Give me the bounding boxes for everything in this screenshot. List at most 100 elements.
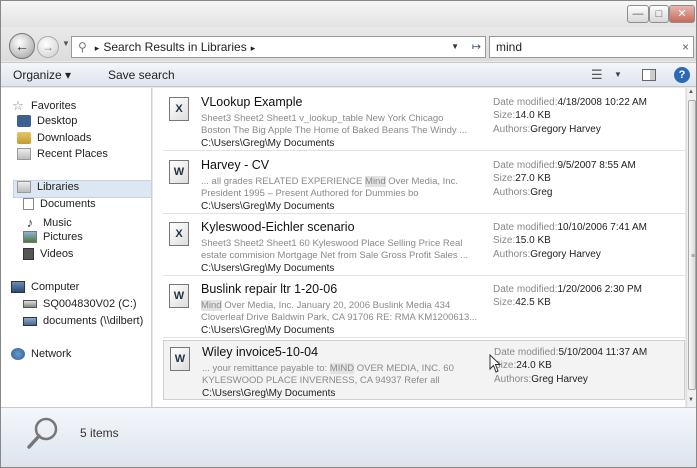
snippet-line-2: KYLESWOOD PLACE INVERNESS, CA 94937 Refe… (202, 375, 440, 386)
result-item[interactable]: X Kyleswood-Eichler scenario Sheet3 Sheet2… (163, 216, 685, 276)
result-item[interactable]: W Wiley invoice5-10-04 ... your remittance… (163, 340, 685, 400)
forward-button[interactable]: → (37, 36, 59, 58)
recent-places-icon (17, 148, 31, 160)
search-query-text: mind (496, 40, 523, 54)
result-item[interactable]: X VLookup Example Sheet3 Sheet2 Sheet1 v_l… (163, 91, 685, 151)
view-dropdown-icon[interactable]: ▼ (614, 70, 622, 79)
result-snippet: Sheet3 Sheet2 Sheet1 v_lookup_table New … (201, 113, 481, 137)
pictures-icon (23, 231, 37, 243)
result-name[interactable]: Buslink repair ltr 1-20-06 (201, 282, 337, 296)
search-input[interactable]: mind × (489, 36, 694, 58)
change-view-icon[interactable]: ☰ (591, 67, 603, 83)
command-bar: Organize ▾ Save search ☰ ▼ ? (1, 62, 696, 87)
snippet-line-2: estate commision Mortgage Net from Sale … (201, 250, 469, 261)
authors-label: Authors: (493, 187, 531, 198)
result-date: Date modified:5/10/2004 11:37 AM (494, 347, 647, 358)
authors-label: Authors: (493, 249, 531, 260)
authors-value: Greg Harvey (531, 374, 588, 385)
result-snippet: ... all grades RELATED EXPERIENCE Mind O… (201, 176, 481, 200)
date-label: Date modified: (493, 97, 558, 108)
result-path: C:\Users\Greg\My Documents (201, 201, 335, 212)
word-file-icon: W (170, 347, 190, 371)
nav-item-pictures[interactable]: Pictures (23, 231, 83, 243)
size-value: 27.0 KB (515, 173, 551, 184)
scroll-down-icon[interactable]: ▼ (688, 397, 694, 403)
result-name[interactable]: VLookup Example (201, 95, 302, 109)
size-value: 15.0 KB (515, 235, 551, 246)
navigation-pane: ☆ Favorites Desktop Downloads Recent Plac… (1, 88, 152, 407)
nav-favorites[interactable]: ☆ Favorites (11, 98, 76, 114)
excel-file-icon: X (169, 97, 189, 121)
explorer-window: — □ ✕ ← → ▼ ⚲ ▸ Search Results in Librarie… (0, 0, 697, 468)
date-value: 5/10/2004 11:37 AM (558, 347, 648, 358)
date-value: 1/20/2006 2:30 PM (557, 284, 642, 295)
address-row: ← → ▼ ⚲ ▸ Search Results in Libraries ▸ ▼ ↦… (1, 27, 696, 61)
result-date: Date modified:4/18/2008 10:22 AM (493, 97, 647, 108)
minimize-button[interactable]: — (627, 5, 649, 23)
scrollbar-thumb[interactable]: ≡ (688, 100, 696, 390)
date-label: Date modified: (493, 222, 558, 233)
nav-item-recent-places[interactable]: Recent Places (17, 148, 108, 160)
result-item[interactable]: W Buslink repair ltr 1-20-06 Mind Over Med… (163, 278, 685, 338)
nav-item-local-drive[interactable]: SQ004830V02 (C:) (23, 298, 137, 310)
result-name[interactable]: Harvey - CV (201, 158, 269, 172)
nav-item-documents[interactable]: Documents (23, 198, 96, 210)
size-label: Size: (493, 110, 516, 121)
result-name[interactable]: Kyleswood-Eichler scenario (201, 220, 355, 234)
nav-item-music[interactable]: ♪ Music (23, 215, 72, 230)
size-label: Size: (493, 173, 516, 184)
search-results-list: X VLookup Example Sheet3 Sheet2 Sheet1 v_l… (153, 88, 685, 407)
breadcrumb-separator[interactable]: ▸ (251, 43, 256, 53)
result-size: Size:14.0 KB (493, 110, 551, 121)
computer-icon (11, 281, 25, 293)
history-dropdown-icon[interactable]: ▼ (62, 39, 70, 48)
refresh-icon[interactable]: ↦ (472, 37, 481, 57)
nav-item-videos[interactable]: Videos (23, 248, 73, 260)
result-authors: Authors:Greg (493, 187, 552, 198)
date-value: 4/18/2008 10:22 AM (557, 97, 648, 108)
size-value: 42.5 KB (515, 297, 551, 308)
breadcrumb-separator[interactable]: ▸ (95, 43, 100, 53)
result-name[interactable]: Wiley invoice5-10-04 (202, 345, 318, 359)
result-path: C:\Users\Greg\My Documents (202, 388, 336, 399)
close-button[interactable]: ✕ (669, 5, 695, 23)
details-pane: 5 items (1, 407, 696, 467)
nav-computer[interactable]: Computer (11, 281, 79, 293)
address-dropdown-icon[interactable]: ▼ (451, 37, 459, 57)
clear-search-icon[interactable]: × (682, 37, 689, 57)
result-authors: Authors:Gregory Harvey (493, 124, 601, 135)
size-label: Size: (493, 297, 516, 308)
title-bar: — □ ✕ (1, 1, 696, 27)
result-authors: Authors:Gregory Harvey (493, 249, 601, 260)
breadcrumb-search-results[interactable]: Search Results in Libraries (103, 40, 246, 54)
item-count: 5 items (80, 426, 119, 440)
maximize-button[interactable]: □ (649, 5, 669, 23)
result-item[interactable]: W Harvey - CV ... all grades RELATED EXPER… (163, 154, 685, 214)
result-size: Size:15.0 KB (493, 235, 551, 246)
result-path: C:\Users\Greg\My Documents (201, 325, 335, 336)
snippet-line-1: Sheet3 Sheet2 Sheet1 60 Kyleswood Place … (201, 238, 463, 249)
snippet-line-1: Sheet3 Sheet2 Sheet1 v_lookup_table New … (201, 113, 444, 124)
nav-item-network-drive[interactable]: documents (\\dilbert) (23, 315, 143, 327)
scroll-up-icon[interactable]: ▲ (688, 89, 694, 95)
documents-icon (23, 198, 34, 210)
search-term-highlight: Mind (201, 300, 222, 311)
authors-value: Gregory Harvey (530, 124, 601, 135)
music-icon: ♪ (26, 215, 34, 230)
results-scrollbar[interactable]: ▲ ≡ ▼ (686, 88, 696, 407)
address-bar[interactable]: ⚲ ▸ Search Results in Libraries ▸ ▼ ↦ (71, 36, 486, 58)
preview-pane-icon[interactable] (642, 69, 656, 81)
excel-file-icon: X (169, 222, 189, 246)
back-button[interactable]: ← (9, 33, 35, 59)
nav-item-desktop[interactable]: Desktop (17, 115, 77, 127)
organize-menu-button[interactable]: Organize ▾ (13, 68, 71, 82)
downloads-icon (17, 132, 31, 144)
hard-drive-icon (23, 300, 37, 308)
nav-network[interactable]: Network (11, 348, 71, 360)
result-size: Size:42.5 KB (493, 297, 551, 308)
save-search-button[interactable]: Save search (108, 68, 175, 82)
date-label: Date modified: (493, 160, 558, 171)
nav-libraries[interactable]: Libraries (17, 181, 79, 193)
nav-item-downloads[interactable]: Downloads (17, 132, 91, 144)
help-icon[interactable]: ? (674, 67, 690, 83)
